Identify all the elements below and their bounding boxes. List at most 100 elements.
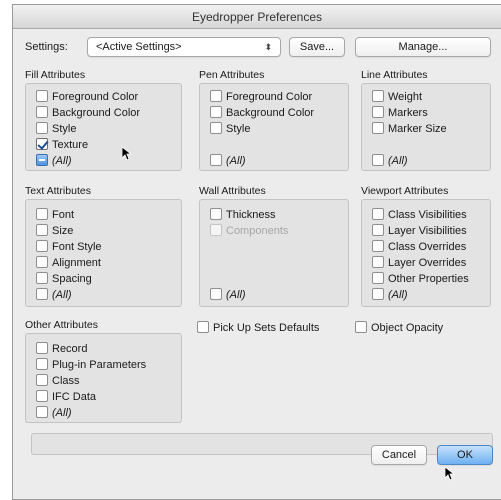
wall-components-checkbox: Components (210, 224, 288, 238)
checkbox-label: Font (52, 209, 75, 221)
checkbox-box (36, 224, 48, 236)
checkbox-label: Foreground Color (226, 91, 313, 103)
checkbox-label: Background Color (226, 107, 315, 119)
checkbox-label: (All) (226, 155, 246, 167)
text-font-checkbox[interactable]: Font (36, 208, 74, 222)
viewport-layer-visibilities-checkbox[interactable]: Layer Visibilities (372, 224, 467, 238)
checkbox-label: Background Color (52, 107, 141, 119)
checkbox-box (36, 390, 48, 402)
line-markers-checkbox[interactable]: Markers (372, 106, 428, 120)
pen-foreground-color-checkbox[interactable]: Foreground Color (210, 90, 312, 104)
checkbox-box (372, 240, 384, 252)
fill-attributes-group: Foreground Color Background Color Style … (25, 83, 182, 171)
object-opacity-checkbox[interactable]: Object Opacity (355, 321, 443, 335)
fill-texture-checkbox[interactable]: Texture (36, 138, 88, 152)
settings-select-value: <Active Settings> (96, 41, 182, 53)
checkbox-box (210, 90, 222, 102)
text-all-checkbox[interactable]: (All) (36, 288, 72, 302)
pen-all-checkbox[interactable]: (All) (210, 154, 246, 168)
arrow-cursor-icon (445, 467, 455, 481)
viewport-other-properties-checkbox[interactable]: Other Properties (372, 272, 469, 286)
fill-style-checkbox[interactable]: Style (36, 122, 76, 136)
viewport-class-overrides-checkbox[interactable]: Class Overrides (372, 240, 466, 254)
save-button[interactable]: Save... (289, 37, 345, 57)
checkbox-label: Other Properties (388, 273, 469, 285)
mixed-state-icon (36, 154, 48, 166)
checkbox-box (36, 208, 48, 220)
checkbox-box (210, 154, 222, 166)
checkbox-box (36, 374, 48, 386)
viewport-all-checkbox[interactable]: (All) (372, 288, 408, 302)
text-attributes-group: Font Size Font Style Alignment Spacing (… (25, 199, 182, 307)
checkbox-box (210, 122, 222, 134)
checkbox-label: Markers (388, 107, 428, 119)
text-size-checkbox[interactable]: Size (36, 224, 73, 238)
line-all-checkbox[interactable]: (All) (372, 154, 408, 168)
eyedropper-preferences-dialog: Eyedropper Preferences Settings: <Active… (12, 4, 501, 500)
checkbox-label: Class Visibilities (388, 209, 467, 221)
settings-select[interactable]: <Active Settings> ⬍ (87, 37, 281, 57)
checkbox-label: Foreground Color (52, 91, 139, 103)
checkbox-box (36, 122, 48, 134)
checkbox-box (372, 122, 384, 134)
other-ifc-data-checkbox[interactable]: IFC Data (36, 390, 96, 404)
fill-all-checkbox[interactable]: (All) (36, 154, 72, 168)
wall-thickness-checkbox[interactable]: Thickness (210, 208, 276, 222)
checkbox-box (372, 208, 384, 220)
pen-style-checkbox[interactable]: Style (210, 122, 250, 136)
checkbox-box (36, 256, 48, 268)
text-font-style-checkbox[interactable]: Font Style (36, 240, 102, 254)
other-plug-in-parameters-checkbox[interactable]: Plug-in Parameters (36, 358, 146, 372)
pick-up-sets-defaults-checkbox[interactable]: Pick Up Sets Defaults (197, 321, 319, 335)
arrow-cursor-icon (122, 147, 132, 161)
manage-button[interactable]: Manage... (355, 37, 491, 57)
text-spacing-checkbox[interactable]: Spacing (36, 272, 92, 286)
checkbox-box (372, 154, 384, 166)
line-marker-size-checkbox[interactable]: Marker Size (372, 122, 447, 136)
cancel-button[interactable]: Cancel (371, 445, 427, 465)
checkbox-label: Layer Overrides (388, 257, 467, 269)
text-alignment-checkbox[interactable]: Alignment (36, 256, 101, 270)
checkbox-label: (All) (388, 155, 408, 167)
line-attributes-title: Line Attributes (361, 69, 428, 81)
checkbox-box (36, 406, 48, 418)
checkbox-box (210, 106, 222, 118)
other-record-checkbox[interactable]: Record (36, 342, 87, 356)
checkbox-label: Record (52, 343, 88, 355)
stepper-arrows-icon: ⬍ (264, 42, 272, 52)
pen-background-color-checkbox[interactable]: Background Color (210, 106, 314, 120)
wall-attributes-title: Wall Attributes (199, 185, 266, 197)
checkbox-label: Thickness (226, 209, 276, 221)
wall-all-checkbox[interactable]: (All) (210, 288, 246, 302)
checkbox-label: (All) (388, 289, 408, 301)
fill-background-color-checkbox[interactable]: Background Color (36, 106, 140, 120)
checkbox-box (210, 208, 222, 220)
checkbox-box (36, 342, 48, 354)
text-attributes-title: Text Attributes (25, 185, 91, 197)
checkbox-label: Style (52, 123, 77, 135)
checkbox-box (372, 272, 384, 284)
checkbox-box (197, 321, 209, 333)
checkbox-box (355, 321, 367, 333)
checkbox-box (372, 288, 384, 300)
checkbox-label: (All) (52, 155, 72, 167)
checkbox-label: Size (52, 225, 74, 237)
other-class-checkbox[interactable]: Class (36, 374, 80, 388)
checkmark-icon (36, 138, 48, 150)
checkbox-label: Class (52, 375, 80, 387)
viewport-attributes-group: Class Visibilities Layer Visibilities Cl… (361, 199, 491, 307)
wall-attributes-group: Thickness Components (All) (199, 199, 349, 307)
settings-label: Settings: (25, 41, 68, 53)
ok-button[interactable]: OK (437, 445, 493, 465)
checkbox-box (210, 288, 222, 300)
viewport-class-visibilities-checkbox[interactable]: Class Visibilities (372, 208, 467, 222)
line-weight-checkbox[interactable]: Weight (372, 90, 422, 104)
checkbox-box (36, 272, 48, 284)
fill-foreground-color-checkbox[interactable]: Foreground Color (36, 90, 138, 104)
viewport-layer-overrides-checkbox[interactable]: Layer Overrides (372, 256, 466, 270)
checkbox-label: IFC Data (52, 391, 97, 403)
other-all-checkbox[interactable]: (All) (36, 406, 72, 420)
checkbox-box (210, 224, 222, 236)
checkbox-label: (All) (226, 289, 246, 301)
pen-attributes-group: Foreground Color Background Color Style … (199, 83, 349, 171)
